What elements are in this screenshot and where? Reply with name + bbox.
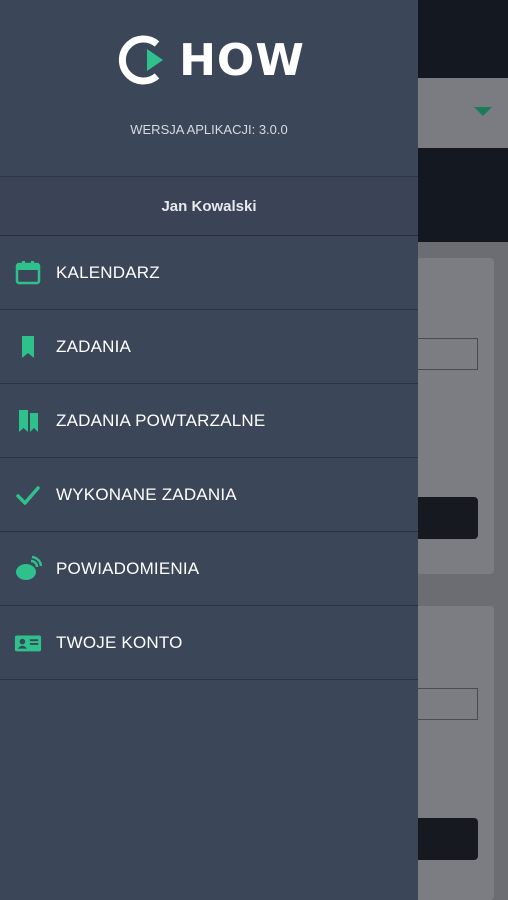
menu-item-wykonane-zadania[interactable]: WYKONANE ZADANIA [0, 458, 418, 532]
menu-item-label: ZADANIA [56, 336, 132, 356]
drawer-header: HOW WERSJA APLIKACJI: 3.0.0 [0, 0, 418, 176]
logo-ring-icon [119, 35, 164, 85]
menu-item-powiadomienia[interactable]: POWIADOMIENIA [0, 532, 418, 606]
app-logo: HOW [0, 34, 418, 86]
navigation-drawer: HOW WERSJA APLIKACJI: 3.0.0 Jan Kowalski… [0, 0, 418, 900]
user-name[interactable]: Jan Kowalski [0, 176, 418, 236]
double-bookmark-icon [14, 407, 42, 435]
logo-text: HOW [179, 34, 305, 86]
menu-item-zadania-powtarzalne[interactable]: ZADANIA POWTARZALNE [0, 384, 418, 458]
menu-item-twoje-konto[interactable]: TWOJE KONTO [0, 606, 418, 680]
notification-icon [14, 555, 42, 583]
menu-item-kalendarz[interactable]: KALENDARZ [0, 236, 418, 310]
app-version: WERSJA APLIKACJI: 3.0.0 [130, 122, 288, 137]
id-card-icon [14, 629, 42, 657]
menu-item-label: TWOJE KONTO [56, 632, 183, 652]
check-icon [14, 481, 42, 509]
calendar-icon [14, 259, 42, 287]
menu-item-zadania[interactable]: ZADANIA [0, 310, 418, 384]
bookmark-icon [14, 333, 42, 361]
menu-item-label: ZADANIA POWTARZALNE [56, 410, 266, 430]
menu-item-label: WYKONANE ZADANIA [56, 484, 237, 504]
menu-item-label: POWIADOMIENIA [56, 558, 200, 578]
dropdown-arrow-icon [474, 107, 492, 116]
drawer-menu: KALENDARZ ZADANIA ZADANIA POWTARZALNE WY… [0, 236, 418, 680]
menu-item-label: KALENDARZ [56, 262, 160, 282]
